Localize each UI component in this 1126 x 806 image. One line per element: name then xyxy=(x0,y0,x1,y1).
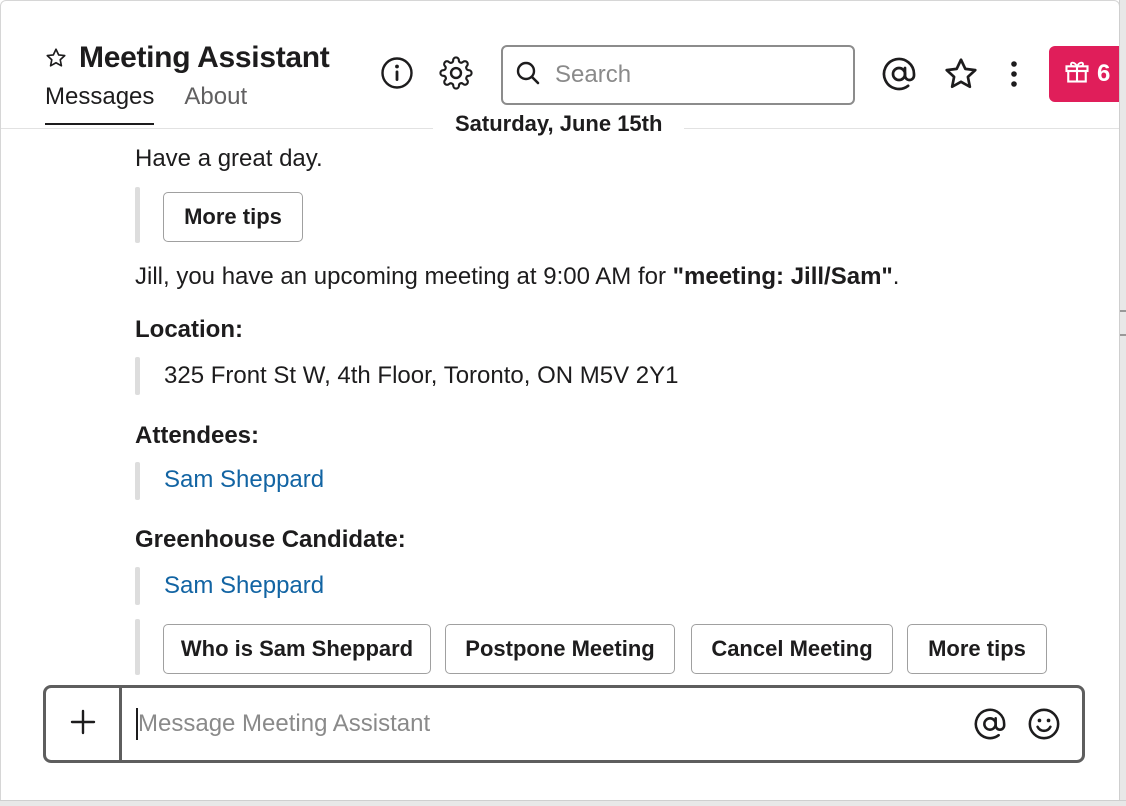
attendee-link[interactable]: Sam Sheppard xyxy=(164,466,324,494)
attendees-label: Attendees: xyxy=(135,422,260,449)
meeting-intro: Jill, you have an upcoming meeting at 9:… xyxy=(135,263,899,291)
app-window: Meeting Assistant Messages About Search … xyxy=(0,0,1120,806)
gift-count: 6 xyxy=(1097,60,1111,87)
who-is-button[interactable]: Who is Sam Sheppard xyxy=(163,624,431,674)
more-tips-button-2[interactable]: More tips xyxy=(907,624,1047,674)
plus-icon xyxy=(69,708,97,741)
candidate-label: Greenhouse Candidate: xyxy=(135,526,406,553)
cancel-meeting-button[interactable]: Cancel Meeting xyxy=(691,624,893,674)
emoji-icon[interactable] xyxy=(1026,706,1062,742)
meeting-name: "meeting: Jill/Sam" xyxy=(672,263,893,290)
message-list: Have a great day. More tips Jill, you ha… xyxy=(1,131,1119,683)
resize-grip[interactable] xyxy=(1120,310,1126,336)
attendees-bar xyxy=(135,462,140,500)
candidate-link[interactable]: Sam Sheppard xyxy=(164,572,324,600)
message-composer[interactable] xyxy=(43,685,1085,763)
postpone-meeting-button[interactable]: Postpone Meeting xyxy=(445,624,675,674)
more-tips-button[interactable]: More tips xyxy=(163,192,303,242)
location-label: Location: xyxy=(135,316,243,343)
attach-button[interactable] xyxy=(46,688,122,760)
window-edge-bottom xyxy=(0,800,1126,806)
gift-badge[interactable]: 6 xyxy=(1049,46,1119,102)
star-icon[interactable] xyxy=(943,56,979,92)
location-bar xyxy=(135,357,140,395)
gift-icon xyxy=(1063,57,1091,92)
search-box[interactable] xyxy=(501,45,855,105)
title-row: Meeting Assistant xyxy=(45,41,330,75)
window-edge-right xyxy=(1119,0,1126,806)
search-icon xyxy=(515,60,541,91)
message-input[interactable] xyxy=(138,704,938,744)
mention-at-icon[interactable] xyxy=(972,706,1008,742)
candidate-bar xyxy=(135,567,140,605)
meeting-intro-text: Jill, you have an upcoming meeting at 9:… xyxy=(135,263,673,290)
actions-bar xyxy=(135,619,140,675)
greeting-text: Have a great day. xyxy=(135,145,323,172)
search-input[interactable] xyxy=(555,61,835,89)
location-value: 325 Front St W, 4th Floor, Toronto, ON M… xyxy=(164,362,679,389)
star-outline-icon[interactable] xyxy=(45,47,67,69)
tab-about[interactable]: About xyxy=(184,83,247,125)
gear-icon[interactable] xyxy=(438,55,474,91)
attachment-bar xyxy=(135,187,140,243)
at-icon[interactable] xyxy=(881,56,917,92)
more-vertical-icon[interactable] xyxy=(1003,56,1025,92)
meeting-suffix: . xyxy=(892,263,900,290)
channel-title[interactable]: Meeting Assistant xyxy=(79,41,330,75)
header-tabs: Messages About xyxy=(45,83,277,125)
tab-messages[interactable]: Messages xyxy=(45,83,155,125)
info-icon[interactable] xyxy=(379,55,415,91)
